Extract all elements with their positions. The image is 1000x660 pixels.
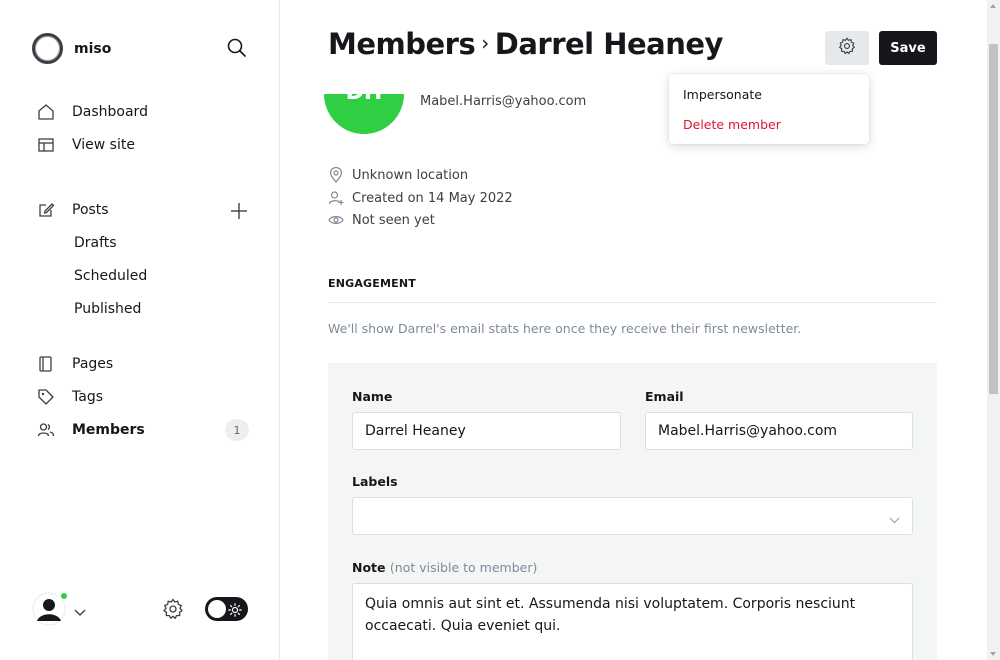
member-name-title: Darrel Heaney: [494, 27, 724, 61]
sidebar-footer: [32, 590, 248, 626]
scroll-down-arrow-icon[interactable]: [990, 652, 996, 656]
member-form: Name Email Labels Note (not visible to m…: [328, 363, 937, 660]
impersonate-menu-item[interactable]: Impersonate: [683, 87, 762, 102]
sidebar-item-scheduled[interactable]: Scheduled: [74, 268, 147, 284]
member-actions-menu: Impersonate Delete member: [669, 74, 869, 144]
toggle-knob: [208, 600, 226, 618]
user-add-icon: [328, 190, 344, 206]
chevron-down-icon[interactable]: [74, 602, 86, 621]
sun-icon: [228, 602, 242, 621]
layout-icon: [36, 135, 56, 155]
user-avatar[interactable]: [32, 591, 69, 626]
sidebar: miso Dashboard View site Posts Drafts Sc…: [0, 0, 280, 660]
scrollbar[interactable]: [987, 0, 1000, 660]
online-status-icon: [59, 591, 69, 601]
engagement-heading: ENGAGEMENT: [328, 277, 416, 290]
note-label-text: Note: [352, 560, 386, 575]
note-textarea[interactable]: Quia omnis aut sint et. Assumenda nisi v…: [352, 583, 913, 660]
member-last-seen: Not seen yet: [328, 212, 435, 228]
sidebar-item-drafts[interactable]: Drafts: [74, 235, 117, 251]
page-title: Members › Darrel Heaney: [328, 27, 723, 61]
sidebar-item-published[interactable]: Published: [74, 301, 141, 317]
note-hint: (not visible to member): [389, 560, 538, 575]
scroll-thumb[interactable]: [989, 44, 998, 394]
scroll-up-arrow-icon[interactable]: [990, 4, 996, 8]
site-logo-icon: [32, 33, 63, 64]
delete-member-menu-item[interactable]: Delete member: [683, 117, 781, 132]
member-created: Created on 14 May 2022: [328, 190, 513, 206]
email-field[interactable]: [645, 412, 913, 450]
sidebar-item-label: Dashboard: [72, 104, 148, 120]
sidebar-item-posts[interactable]: Posts: [36, 198, 109, 222]
eye-icon: [328, 212, 344, 228]
sidebar-item-dashboard[interactable]: Dashboard: [36, 100, 148, 124]
created-text: Created on 14 May 2022: [352, 190, 513, 206]
sidebar-item-label: Members: [72, 422, 145, 438]
chevron-down-icon: [889, 512, 900, 528]
engagement-note: We'll show Darrel's email stats here onc…: [328, 321, 802, 336]
dark-mode-toggle[interactable]: [205, 597, 248, 621]
member-detail: DH Members›Darrel Heaney Save Mabel.Harr…: [280, 0, 987, 660]
edit-icon: [36, 200, 56, 220]
save-button[interactable]: Save: [879, 31, 937, 65]
labels-select[interactable]: [352, 497, 913, 535]
sidebar-item-label: Tags: [72, 389, 103, 405]
divider: [328, 302, 937, 303]
add-post-icon[interactable]: [229, 201, 249, 221]
members-icon: [36, 420, 56, 440]
page-icon: [36, 354, 56, 374]
member-location: Unknown location: [328, 167, 468, 183]
members-count-badge: 1: [225, 419, 249, 441]
sidebar-item-pages[interactable]: Pages: [36, 352, 113, 376]
member-actions-button[interactable]: [825, 31, 869, 65]
note-label: Note (not visible to member): [352, 560, 537, 575]
labels-label: Labels: [352, 474, 398, 489]
last-seen-text: Not seen yet: [352, 212, 435, 228]
location-pin-icon: [328, 167, 344, 183]
site-name: miso: [74, 40, 112, 57]
location-text: Unknown location: [352, 167, 469, 183]
sidebar-item-tags[interactable]: Tags: [36, 385, 103, 409]
name-field[interactable]: [352, 412, 621, 450]
gear-icon: [838, 37, 856, 59]
name-label: Name: [352, 389, 393, 404]
sidebar-item-members[interactable]: Members: [36, 418, 145, 442]
settings-gear-icon[interactable]: [162, 598, 184, 624]
sidebar-item-label: View site: [72, 137, 135, 153]
breadcrumb-separator: ›: [481, 31, 489, 55]
tag-icon: [36, 387, 56, 407]
sidebar-item-view-site[interactable]: View site: [36, 133, 135, 157]
member-email: Mabel.Harris@yahoo.com: [420, 94, 587, 109]
search-icon[interactable]: [226, 37, 248, 59]
email-label: Email: [645, 389, 684, 404]
breadcrumb-members[interactable]: Members: [328, 27, 476, 61]
sidebar-item-label: Posts: [72, 202, 109, 218]
home-icon: [36, 102, 56, 122]
brand[interactable]: miso: [32, 33, 111, 64]
sidebar-item-label: Pages: [72, 356, 114, 372]
